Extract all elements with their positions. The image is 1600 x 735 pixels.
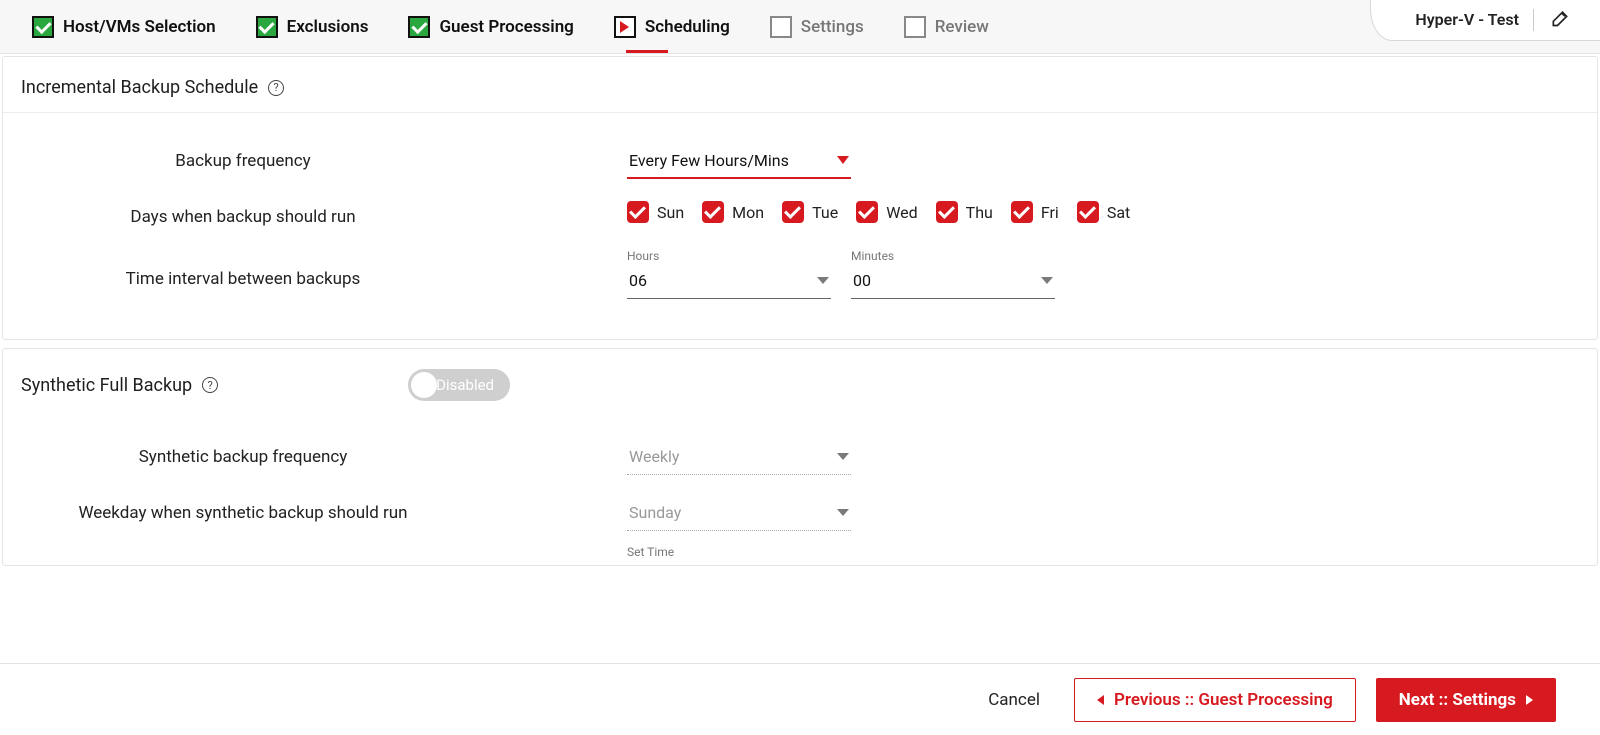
- select-value: Weekly: [629, 447, 680, 466]
- step-label: Review: [935, 17, 989, 37]
- row-backup-days: Days when backup should run Sun Mon Tue …: [3, 201, 1597, 227]
- step-label: Host/VMs Selection: [63, 17, 216, 37]
- day-sat[interactable]: Sat: [1077, 201, 1130, 223]
- field-label: Time interval between backups: [3, 249, 483, 289]
- field-label: Synthetic backup frequency: [3, 441, 483, 467]
- mini-label: Hours: [627, 249, 831, 263]
- mini-label: Minutes: [851, 249, 1055, 263]
- select-value: 06: [629, 271, 647, 290]
- synthetic-enable-toggle[interactable]: Disabled: [408, 369, 510, 401]
- step-scheduling[interactable]: Scheduling: [594, 16, 750, 38]
- checkbox-icon: [702, 201, 724, 223]
- day-fri[interactable]: Fri: [1011, 201, 1059, 223]
- plan-title: Hyper-V - Test: [1415, 9, 1534, 31]
- empty-box-icon: [904, 16, 926, 38]
- synthetic-weekday-select: Sunday: [627, 497, 851, 531]
- previous-button[interactable]: Previous :: Guest Processing: [1074, 678, 1356, 722]
- play-icon: [614, 16, 636, 38]
- card-header: Synthetic Full Backup Disabled: [3, 349, 1597, 409]
- checkbox-icon: [1077, 201, 1099, 223]
- field-label: Days when backup should run: [3, 201, 483, 227]
- help-icon[interactable]: [268, 80, 284, 96]
- wizard-steps-bar: Host/VMs Selection Exclusions Guest Proc…: [0, 0, 1600, 54]
- check-icon: [256, 16, 278, 38]
- help-icon[interactable]: [202, 377, 218, 393]
- day-wed[interactable]: Wed: [856, 201, 917, 223]
- row-synthetic-frequency: Synthetic backup frequency Weekly: [3, 441, 1597, 475]
- toggle-knob-icon: [411, 372, 437, 398]
- step-settings[interactable]: Settings: [750, 16, 884, 38]
- day-mon[interactable]: Mon: [702, 201, 764, 223]
- select-value: 00: [853, 271, 871, 290]
- section-title: Synthetic Full Backup: [21, 375, 192, 396]
- chevron-down-icon: [1041, 277, 1053, 284]
- check-icon: [408, 16, 430, 38]
- chevron-down-icon: [837, 453, 849, 460]
- step-guest-processing[interactable]: Guest Processing: [388, 16, 593, 38]
- toggle-state-label: Disabled: [436, 376, 494, 394]
- step-host-vms[interactable]: Host/VMs Selection: [12, 16, 236, 38]
- mini-label: Set Time: [627, 545, 674, 559]
- plan-tab: Hyper-V - Test: [1370, 0, 1600, 41]
- hours-select[interactable]: Hours 06: [627, 249, 831, 299]
- page-body-scroll[interactable]: Incremental Backup Schedule Backup frequ…: [0, 54, 1600, 586]
- field-label: Backup frequency: [3, 145, 483, 171]
- step-exclusions[interactable]: Exclusions: [236, 16, 389, 38]
- synthetic-frequency-select: Weekly: [627, 441, 851, 475]
- wizard-footer: Cancel Previous :: Guest Processing Next…: [0, 663, 1600, 735]
- row-interval: Time interval between backups Hours 06 M…: [3, 249, 1597, 299]
- row-set-time: Set Time: [3, 545, 1597, 561]
- step-label: Settings: [801, 17, 864, 37]
- day-thu[interactable]: Thu: [936, 201, 993, 223]
- chevron-down-icon: [837, 509, 849, 516]
- day-sun[interactable]: Sun: [627, 201, 684, 223]
- next-button[interactable]: Next :: Settings: [1376, 678, 1556, 722]
- step-label: Exclusions: [287, 17, 369, 37]
- section-title: Incremental Backup Schedule: [21, 77, 258, 98]
- checkbox-icon: [936, 201, 958, 223]
- step-label: Guest Processing: [439, 17, 573, 37]
- chevron-left-icon: [1097, 695, 1104, 705]
- empty-box-icon: [770, 16, 792, 38]
- card-incremental-schedule: Incremental Backup Schedule Backup frequ…: [2, 56, 1598, 340]
- check-icon: [32, 16, 54, 38]
- minutes-select[interactable]: Minutes 00: [851, 249, 1055, 299]
- card-synthetic-full: Synthetic Full Backup Disabled Synthetic…: [2, 348, 1598, 566]
- step-review[interactable]: Review: [884, 16, 1009, 38]
- checkbox-icon: [782, 201, 804, 223]
- cancel-button[interactable]: Cancel: [974, 682, 1054, 718]
- chevron-down-icon: [817, 277, 829, 284]
- select-value: Every Few Hours/Mins: [629, 151, 789, 170]
- checkbox-icon: [627, 201, 649, 223]
- checkbox-icon: [1011, 201, 1033, 223]
- row-synthetic-weekday: Weekday when synthetic backup should run…: [3, 497, 1597, 531]
- backup-frequency-select[interactable]: Every Few Hours/Mins: [627, 145, 851, 179]
- select-value: Sunday: [629, 503, 681, 522]
- edit-icon[interactable]: [1550, 8, 1570, 32]
- field-label: Weekday when synthetic backup should run: [3, 497, 483, 523]
- chevron-right-icon: [1526, 695, 1533, 705]
- step-label: Scheduling: [645, 17, 730, 37]
- day-tue[interactable]: Tue: [782, 201, 838, 223]
- checkbox-icon: [856, 201, 878, 223]
- chevron-down-icon: [837, 156, 849, 164]
- card-header: Incremental Backup Schedule: [3, 57, 1597, 113]
- row-backup-frequency: Backup frequency Every Few Hours/Mins: [3, 145, 1597, 179]
